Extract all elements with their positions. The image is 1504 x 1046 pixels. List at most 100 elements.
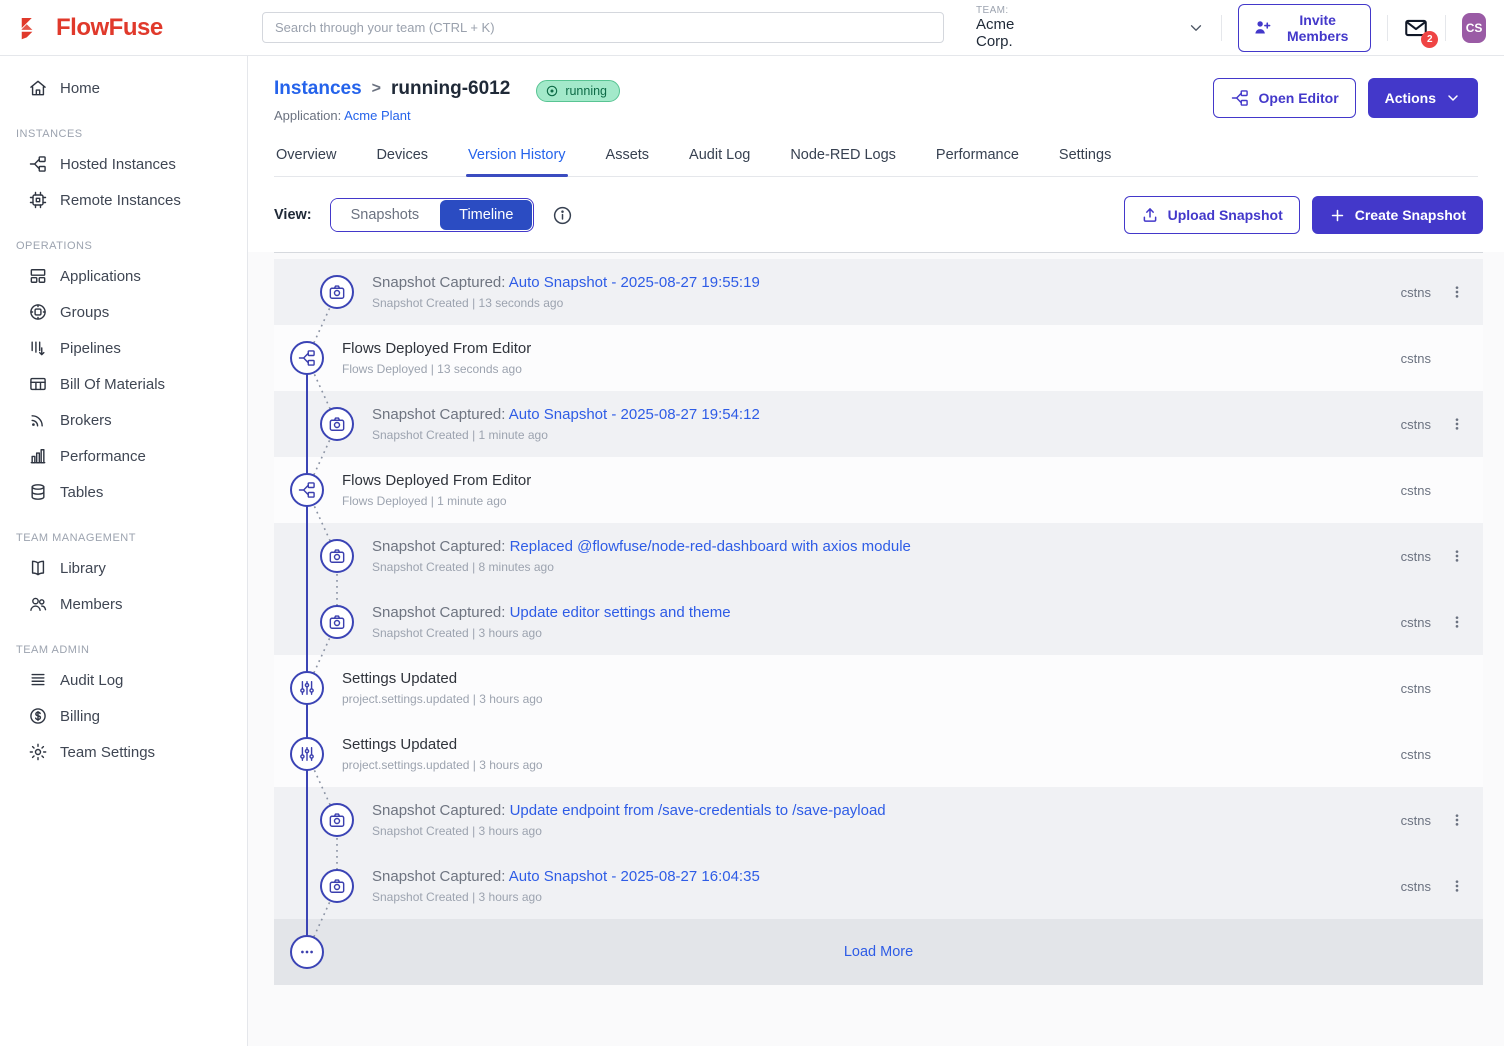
notification-badge: 2 <box>1421 31 1438 48</box>
sidebar-item-bill-of-materials[interactable]: Bill Of Materials <box>0 366 247 402</box>
tab-devices[interactable]: Devices <box>374 143 430 176</box>
actions-button[interactable]: Actions <box>1368 78 1478 118</box>
breadcrumb-instances-link[interactable]: Instances <box>274 78 362 100</box>
camera-icon <box>320 803 354 837</box>
sidebar-item-hosted-instances[interactable]: Hosted Instances <box>0 146 247 182</box>
sidebar-section-label: TEAM ADMIN <box>0 622 247 662</box>
sidebar-item-label: Members <box>60 596 123 613</box>
sidebar-item-applications[interactable]: Applications <box>0 258 247 294</box>
row-owner: cstns <box>1401 549 1431 564</box>
sidebar-item-members[interactable]: Members <box>0 586 247 622</box>
team-label: TEAM: <box>976 5 1039 17</box>
sidebar-item-brokers[interactable]: Brokers <box>0 402 247 438</box>
row-meta: project.settings.updated | 3 hours ago <box>342 758 1401 772</box>
row-owner: cstns <box>1401 351 1431 366</box>
team-selector[interactable]: TEAM: Acme Corp. <box>976 5 1039 51</box>
nodes-icon <box>290 473 324 507</box>
sidebar-item-home[interactable]: Home <box>0 70 247 106</box>
actions-label: Actions <box>1385 90 1436 106</box>
instance-name: running-6012 <box>391 78 510 100</box>
timeline-snapshot-row: Snapshot Captured: Update editor setting… <box>274 589 1483 655</box>
event-title: Settings Updated <box>342 670 1401 687</box>
event-title: Settings Updated <box>342 736 1401 753</box>
nodes-icon <box>290 341 324 375</box>
row-owner: cstns <box>1401 747 1431 762</box>
snapshot-link[interactable]: Replaced @flowfuse/node-red-dashboard wi… <box>510 538 911 555</box>
kebab-menu-icon[interactable] <box>1449 415 1465 433</box>
sidebar-item-label: Remote Instances <box>60 192 181 209</box>
kebab-menu-icon[interactable] <box>1449 547 1465 565</box>
sidebar-item-label: Applications <box>60 268 141 285</box>
running-status-icon <box>545 84 559 98</box>
info-icon[interactable] <box>552 205 573 226</box>
page-background <box>248 985 1504 1046</box>
view-toggle-snapshots[interactable]: Snapshots <box>331 199 440 231</box>
application-link[interactable]: Acme Plant <box>344 108 410 123</box>
flowfuse-logo[interactable]: FlowFuse <box>0 13 248 43</box>
kebab-menu-icon[interactable] <box>1449 613 1465 631</box>
upload-icon <box>1141 206 1159 224</box>
open-editor-button[interactable]: Open Editor <box>1213 78 1356 118</box>
snapshot-link[interactable]: Update endpoint from /save-credentials t… <box>510 802 886 819</box>
pipelines-icon <box>28 338 48 358</box>
kebab-menu-icon[interactable] <box>1449 811 1465 829</box>
tab-audit-log[interactable]: Audit Log <box>687 143 752 176</box>
snapshot-link[interactable]: Update editor settings and theme <box>510 604 731 621</box>
user-avatar[interactable]: CS <box>1462 13 1486 43</box>
sidebar-item-performance[interactable]: Performance <box>0 438 247 474</box>
sidebar-item-billing[interactable]: Billing <box>0 698 247 734</box>
team-name: Acme Corp. <box>976 16 1039 51</box>
sidebar-item-label: Billing <box>60 708 100 725</box>
sidebar-item-pipelines[interactable]: Pipelines <box>0 330 247 366</box>
row-owner: cstns <box>1401 615 1431 630</box>
tab-overview[interactable]: Overview <box>274 143 338 176</box>
gear-icon <box>28 742 48 762</box>
row-meta: Snapshot Created | 3 hours ago <box>372 824 1401 838</box>
logo-text: FlowFuse <box>56 14 163 42</box>
snapshot-link[interactable]: Auto Snapshot - 2025-08-27 19:55:19 <box>509 274 760 291</box>
camera-icon <box>320 275 354 309</box>
sidebar-section-label: INSTANCES <box>0 106 247 146</box>
camera-icon <box>320 539 354 573</box>
tab-version-history[interactable]: Version History <box>466 143 568 176</box>
event-title: Flows Deployed From Editor <box>342 472 1401 489</box>
sliders-icon <box>290 671 324 705</box>
table-icon <box>28 374 48 394</box>
snapshot-link[interactable]: Auto Snapshot - 2025-08-27 16:04:35 <box>509 868 760 885</box>
create-snapshot-label: Create Snapshot <box>1355 207 1466 223</box>
sidebar-item-groups[interactable]: Groups <box>0 294 247 330</box>
tab-node-red-logs[interactable]: Node-RED Logs <box>788 143 898 176</box>
sidebar-item-team-settings[interactable]: Team Settings <box>0 734 247 770</box>
sidebar-item-tables[interactable]: Tables <box>0 474 247 510</box>
tab-performance[interactable]: Performance <box>934 143 1021 176</box>
sidebar-item-remote-instances[interactable]: Remote Instances <box>0 182 247 218</box>
database-icon <box>28 482 48 502</box>
snapshot-title: Snapshot Captured: Auto Snapshot - 2025-… <box>372 868 1401 885</box>
kebab-menu-icon[interactable] <box>1449 283 1465 301</box>
snapshot-link[interactable]: Auto Snapshot - 2025-08-27 19:54:12 <box>509 406 760 423</box>
row-meta: Flows Deployed | 13 seconds ago <box>342 362 1401 376</box>
row-meta: Snapshot Created | 13 seconds ago <box>372 296 1401 310</box>
upload-snapshot-button[interactable]: Upload Snapshot <box>1124 196 1300 234</box>
tab-assets[interactable]: Assets <box>604 143 652 176</box>
create-snapshot-button[interactable]: Create Snapshot <box>1312 196 1483 234</box>
snapshot-title: Snapshot Captured: Update endpoint from … <box>372 802 1401 819</box>
invite-members-button[interactable]: Invite Members <box>1238 4 1371 52</box>
load-more-button[interactable]: Load More <box>274 944 1483 960</box>
camera-icon <box>320 407 354 441</box>
kebab-menu-icon[interactable] <box>1449 877 1465 895</box>
row-meta: Flows Deployed | 1 minute ago <box>342 494 1401 508</box>
ellipsis-icon <box>290 935 324 969</box>
sidebar-item-audit-log[interactable]: Audit Log <box>0 662 247 698</box>
notifications-mail-icon[interactable]: 2 <box>1403 15 1429 41</box>
sidebar-item-library[interactable]: Library <box>0 550 247 586</box>
nodes-icon <box>28 154 48 174</box>
search-input[interactable] <box>262 12 944 43</box>
tab-settings[interactable]: Settings <box>1057 143 1113 176</box>
sidebar-section-label: OPERATIONS <box>0 218 247 258</box>
team-chevron-down-icon[interactable] <box>1187 19 1205 37</box>
view-toggle-timeline[interactable]: Timeline <box>440 200 532 230</box>
view-bar: View: SnapshotsTimeline Upload Snapshot <box>248 177 1504 252</box>
event-title: Flows Deployed From Editor <box>342 340 1401 357</box>
breadcrumb-separator: > <box>372 80 381 98</box>
